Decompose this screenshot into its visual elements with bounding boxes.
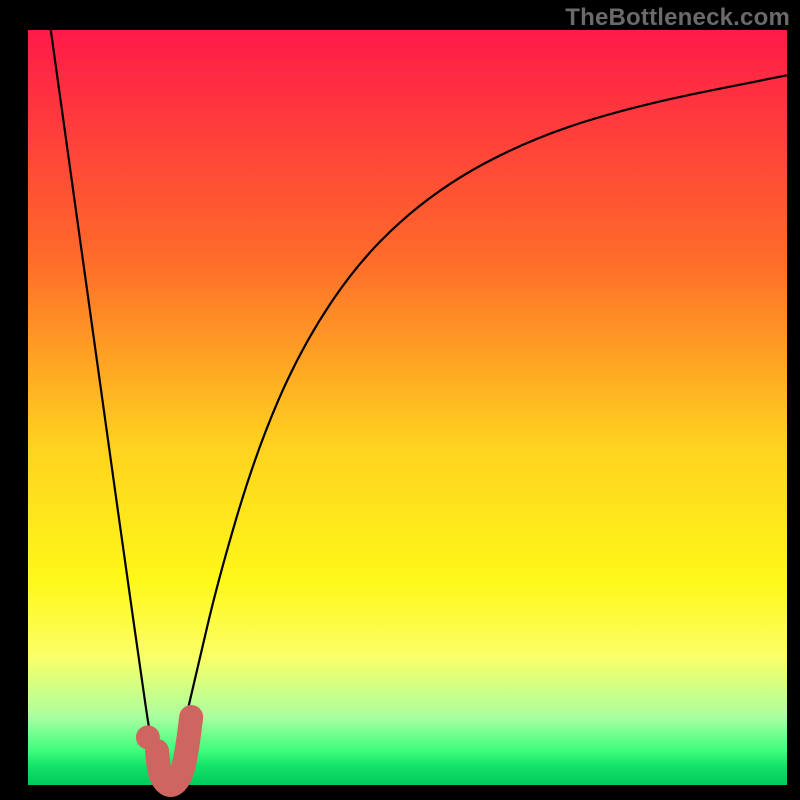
attribution-label: TheBottleneck.com: [565, 4, 790, 32]
chart-stage: TheBottleneck.com: [0, 0, 800, 800]
j-marker-dot: [136, 725, 160, 749]
chart-svg: [0, 0, 800, 800]
